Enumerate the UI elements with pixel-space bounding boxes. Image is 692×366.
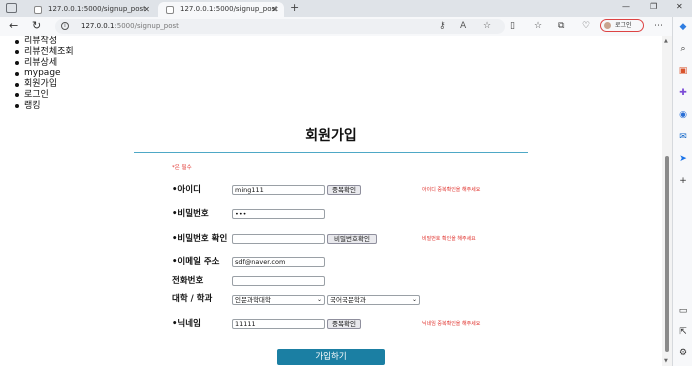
close-window-button[interactable]: ✕ [676,2,683,11]
tab-signup-2[interactable]: 127.0.0.1:5000/signup_post ✕ [158,2,284,17]
password-hint: 비밀번호 확인을 해주세요 [422,236,476,242]
phone-input[interactable] [232,276,325,286]
close-icon[interactable]: ✕ [143,2,150,17]
favorite-star-icon[interactable]: ☆ [483,20,491,33]
favorites-icon[interactable]: ☆ [534,20,542,32]
sidebar-layout-icon[interactable]: ▭ [678,306,688,316]
nav-link-ranking[interactable]: 랭킹 [14,101,74,112]
college-selected: 인문과학대학 [235,296,271,304]
office-icon[interactable]: ◉ [678,110,688,120]
nav-link-login[interactable]: 로그인 [14,90,74,101]
refresh-icon[interactable]: ↻ [32,19,41,33]
college-select[interactable]: 인문과학대학 ⌄ [232,295,325,305]
url-text: 127.0.0.1:5000/signup_post [81,19,179,34]
email-input[interactable]: sdf@naver.com [232,257,325,267]
required-note: *은 필수 [172,165,192,171]
chevron-down-icon: ⌄ [316,296,322,303]
more-menu-icon[interactable]: ⋯ [654,20,663,32]
nickname-input[interactable]: 11111 [232,319,325,329]
tab-title: 127.0.0.1:5000/signup_post [48,5,146,13]
nav-link-review-write[interactable]: 리뷰작성 [14,36,74,47]
url-host: 127.0.0.1 [81,22,115,30]
signup-submit-button[interactable]: 가입하기 [277,349,385,365]
password-confirm-label: •비밀번호 확인 [172,234,228,244]
external-link-icon[interactable]: ⇱ [678,327,688,337]
close-icon[interactable]: ✕ [271,2,278,17]
password-confirm-input[interactable] [232,234,325,244]
minimize-button[interactable]: — [622,2,630,11]
id-hint: 아이디 중복확인을 해주세요 [422,187,481,193]
major-select[interactable]: 국어국문학과 ⌄ [327,295,420,305]
key-icon[interactable]: ⚷ [439,20,446,33]
shopping-icon[interactable]: ▣ [678,66,688,76]
add-icon[interactable]: + [678,176,688,186]
nickname-label: •닉네임 [172,319,201,329]
restore-button[interactable]: ❐ [650,2,657,11]
settings-gear-icon[interactable]: ⚙ [678,348,688,358]
tab-actions-icon[interactable] [6,3,17,13]
profile-login-button[interactable]: 로그인 [600,19,644,32]
nav-link-review-detail[interactable]: 리뷰상세 [14,58,74,69]
scroll-down-icon[interactable]: ▼ [664,358,668,364]
password-check-button[interactable]: 비밀번호확인 [327,234,377,244]
page-icon [166,6,174,14]
school-label: 대학 / 학과 [172,294,213,304]
page-icon [34,6,42,14]
title-divider [134,152,528,153]
page-title: 회원가입 [305,128,357,144]
nav-link-signup[interactable]: 회원가입 [14,79,74,90]
password-label: •비밀번호 [172,209,209,219]
nav-link-review-all[interactable]: 리뷰전체조회 [14,47,74,58]
page-viewport: 리뷰작성 리뷰전체조회 리뷰상세 mypage 회원가입 로그인 랭킹 회원가입… [0,36,662,366]
nickname-hint: 닉네임 중복확인을 해주세요 [422,321,481,327]
major-selected: 국어국문학과 [330,296,366,304]
tab-signup-1[interactable]: 127.0.0.1:5000/signup_post ✕ [26,2,156,17]
url-field[interactable]: i 127.0.0.1:5000/signup_post ⚷ A ☆ [55,19,505,34]
copilot-icon[interactable]: ◆ [678,22,688,32]
email-label: •이메일 주소 [172,257,220,267]
back-icon[interactable]: ← [9,19,18,33]
nickname-check-button[interactable]: 중복확인 [327,319,361,329]
url-path: :5000/signup_post [114,22,179,30]
page-scrollbar[interactable]: ▲ ▼ [662,36,672,366]
address-bar: ← ↻ i 127.0.0.1:5000/signup_post ⚷ A ☆ ▯… [0,17,692,37]
read-aloud-icon[interactable]: A [460,20,466,33]
tools-icon[interactable]: ✚ [678,88,688,98]
outlook-icon[interactable]: ✉ [678,132,688,142]
nav-list: 리뷰작성 리뷰전체조회 리뷰상세 mypage 회원가입 로그인 랭킹 [14,36,74,112]
id-check-button[interactable]: 중복확인 [327,185,361,195]
site-info-icon[interactable]: i [61,22,69,30]
profile-label: 로그인 [615,22,632,29]
id-input[interactable]: ming111 [232,185,325,195]
phone-label: 전화번호 [172,276,204,286]
tab-title: 127.0.0.1:5000/signup_post [180,5,278,13]
new-tab-button[interactable]: + [290,1,299,14]
send-icon[interactable]: ➤ [678,154,688,164]
tab-bar: 127.0.0.1:5000/signup_post ✕ 127.0.0.1:5… [0,0,692,17]
avatar [604,22,611,29]
collections-icon[interactable]: ⧉ [558,20,564,32]
id-label: •아이디 [172,185,201,195]
scrollbar-thumb[interactable] [665,156,669,352]
password-input[interactable]: ••• [232,209,325,219]
edge-sidebar: ◆ ⌕ ▣ ✚ ◉ ✉ ➤ + ▭ ⇱ ⚙ [672,17,692,366]
search-icon[interactable]: ⌕ [678,44,688,54]
chevron-down-icon: ⌄ [411,296,417,303]
split-screen-icon[interactable]: ▯ [510,20,515,32]
nav-link-mypage[interactable]: mypage [14,68,74,79]
browser-essentials-icon[interactable]: ♡ [582,20,590,32]
scroll-up-icon[interactable]: ▲ [664,38,668,44]
